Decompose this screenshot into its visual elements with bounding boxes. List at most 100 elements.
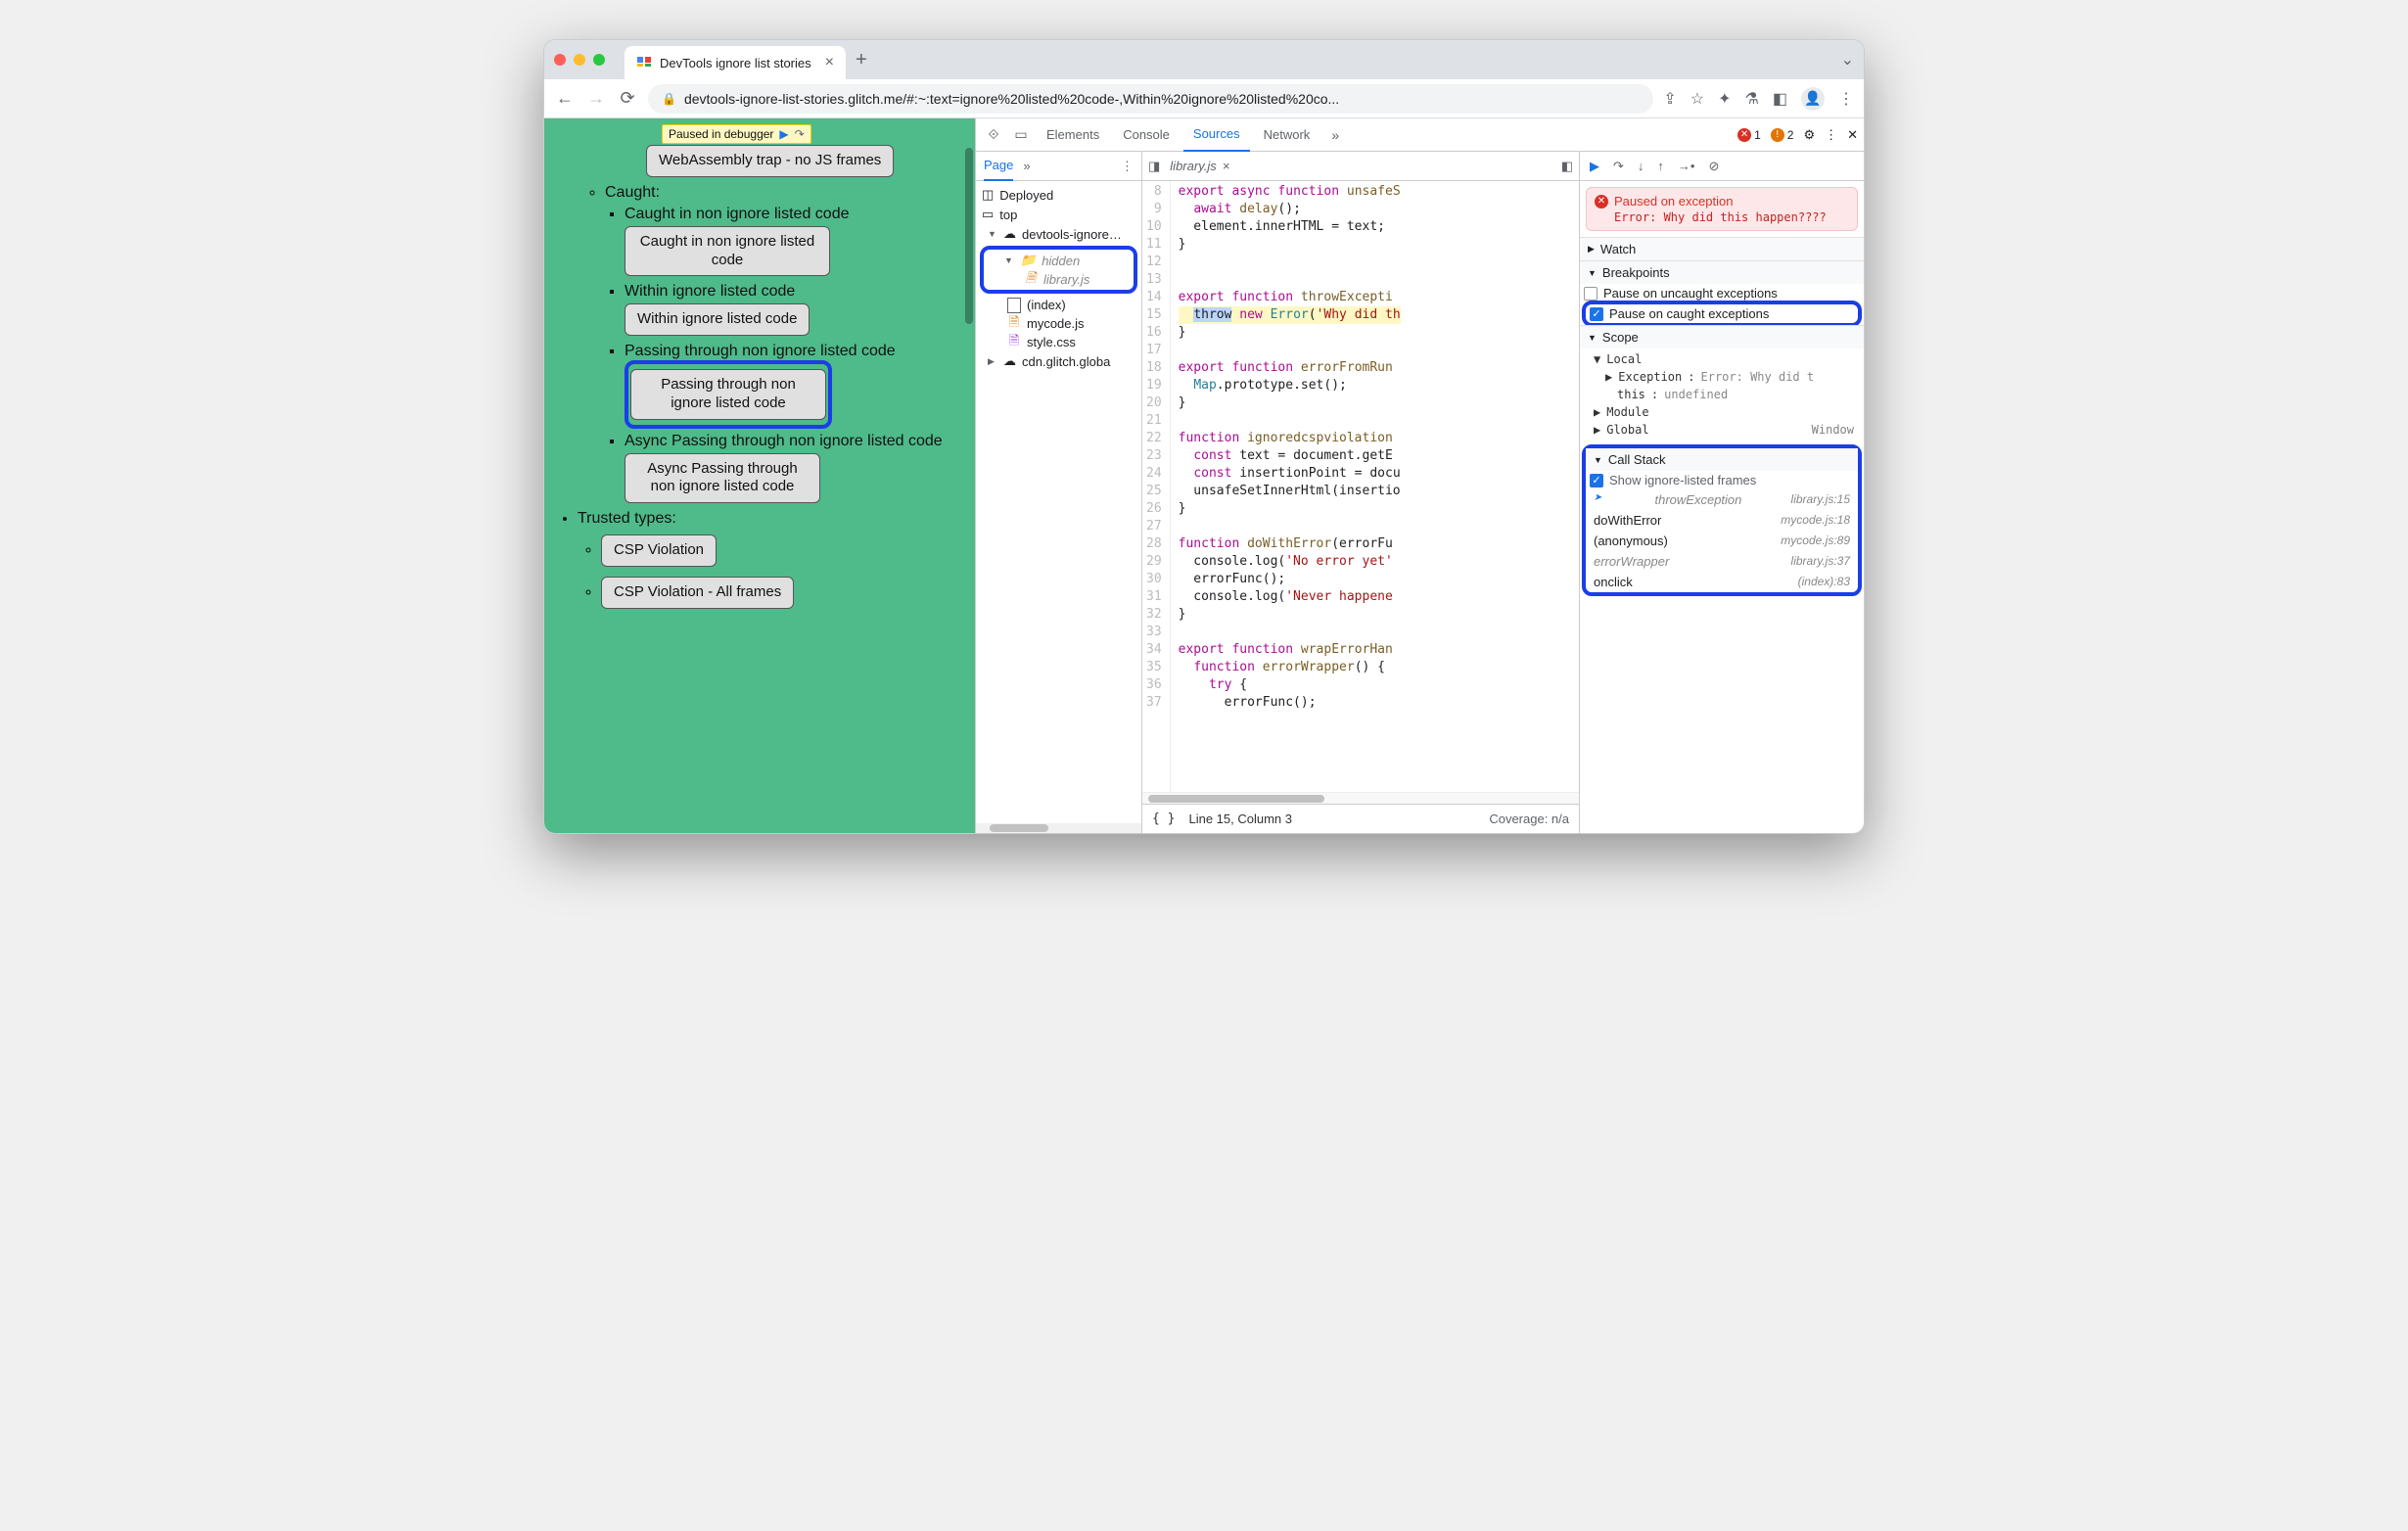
css-file-icon: 🗎	[1007, 336, 1021, 349]
step-out-button[interactable]: ↑	[1657, 159, 1664, 173]
reload-button[interactable]: ⟳	[617, 88, 638, 109]
page-button[interactable]: CSP Violation	[601, 534, 717, 567]
checkbox-icon	[1584, 287, 1598, 301]
share-icon[interactable]: ⇪	[1663, 89, 1676, 109]
devtools-body: Page » ⋮ ◫Deployed ▭top ▼☁devtools-ignor…	[976, 152, 1864, 833]
show-ignored-frames-checkbox[interactable]: ✓Show ignore-listed frames	[1586, 471, 1858, 489]
scope-global[interactable]: ▶GlobalWindow	[1588, 421, 1860, 439]
back-button[interactable]: ←	[554, 88, 576, 109]
tree-mycode-file[interactable]: 🗎mycode.js	[978, 314, 1139, 333]
scope-exception[interactable]: ▶Exception: Error: Why did t	[1588, 368, 1860, 386]
checkbox-checked-icon: ✓	[1590, 307, 1603, 321]
callstack-frame[interactable]: errorWrapperlibrary.js:37	[1586, 551, 1858, 572]
tree-style-file[interactable]: 🗎style.css	[978, 333, 1139, 351]
bookmark-icon[interactable]: ☆	[1690, 89, 1704, 109]
settings-icon[interactable]: ⚙	[1803, 127, 1815, 143]
callstack-header[interactable]: ▼Call Stack	[1586, 448, 1858, 471]
code-area[interactable]: 8910111213141516171819202122232425262728…	[1142, 181, 1579, 792]
tab-sources[interactable]: Sources	[1183, 118, 1250, 152]
js-file-icon: 🗎	[1024, 273, 1038, 287]
navigator-menu-icon[interactable]: ⋮	[1121, 159, 1134, 174]
toggle-navigator-icon[interactable]: ◨	[1148, 159, 1160, 174]
resume-icon[interactable]: ▶	[779, 127, 788, 141]
callstack-frame[interactable]: throwExceptionlibrary.js:15	[1586, 489, 1858, 510]
resume-button[interactable]: ▶	[1590, 159, 1599, 174]
tab-network[interactable]: Network	[1254, 118, 1320, 152]
content-area: Paused in debugger ▶ ↷ WebAssembly trap …	[544, 118, 1864, 833]
scope-header[interactable]: ▼Scope	[1580, 326, 1864, 348]
editor-tabbar: ◨ library.js × ◧	[1142, 152, 1579, 181]
page-subtab[interactable]: Page	[984, 152, 1013, 181]
step-over-button[interactable]: ↷	[1613, 159, 1624, 174]
editor-file-tab[interactable]: library.js ×	[1170, 159, 1229, 173]
tree-cdn-origin[interactable]: ▶☁cdn.glitch.globa	[978, 351, 1139, 371]
toggle-sidebar-icon[interactable]: ◧	[1561, 159, 1573, 174]
minimize-window-button[interactable]	[574, 54, 585, 66]
code-scrollbar[interactable]	[1142, 792, 1579, 804]
tree-hidden-folder[interactable]: ▼📁hidden	[985, 251, 1133, 270]
menu-icon[interactable]: ⋮	[1838, 89, 1854, 109]
maximize-window-button[interactable]	[593, 54, 605, 66]
page-button[interactable]: Async Passing through non ignore listed …	[625, 453, 820, 504]
pretty-print-icon[interactable]: { }	[1152, 812, 1175, 826]
list-label: Trusted types:	[578, 510, 959, 528]
debugger-toolbar: ▶ ↷ ↓ ↑ →• ⊘	[1580, 152, 1864, 181]
tab-console[interactable]: Console	[1113, 118, 1180, 152]
tab-title: DevTools ignore list stories	[660, 56, 811, 70]
page-scrollbar[interactable]	[965, 148, 973, 324]
step-into-button[interactable]: ↓	[1638, 159, 1644, 173]
more-subtabs-icon[interactable]: »	[1023, 159, 1030, 173]
callstack-frame[interactable]: (anonymous)mycode.js:89	[1586, 531, 1858, 551]
close-window-button[interactable]	[554, 54, 566, 66]
page-button[interactable]: CSP Violation - All frames	[601, 577, 794, 609]
error-count[interactable]: ✕1	[1737, 128, 1761, 142]
callstack-frame[interactable]: doWithErrormycode.js:18	[1586, 510, 1858, 531]
panel-icon[interactable]: ◧	[1773, 89, 1787, 109]
step-over-icon[interactable]: ↷	[795, 127, 805, 141]
address-bar[interactable]: 🔒 devtools-ignore-list-stories.glitch.me…	[648, 84, 1653, 114]
scope-local[interactable]: ▼Local	[1588, 350, 1860, 368]
html-file-icon	[1007, 299, 1021, 312]
profile-avatar[interactable]: 👤	[1801, 87, 1825, 111]
close-file-icon[interactable]: ×	[1223, 159, 1230, 173]
file-tree: ◫Deployed ▭top ▼☁devtools-ignore… ▼📁hidd…	[976, 181, 1141, 375]
device-toggle-icon[interactable]: ▭	[1009, 126, 1033, 143]
kebab-menu-icon[interactable]: ⋮	[1825, 127, 1837, 143]
tree-origin[interactable]: ▼☁devtools-ignore…	[978, 224, 1139, 244]
debugger-sidebar: ▶ ↷ ↓ ↑ →• ⊘ ✕Paused on exception Error:…	[1580, 152, 1864, 833]
tab-elements[interactable]: Elements	[1037, 118, 1109, 152]
step-button[interactable]: →•	[1678, 159, 1695, 173]
scope-module[interactable]: ▶Module	[1588, 403, 1860, 421]
list-label: Caught:	[605, 184, 959, 202]
tree-top[interactable]: ▭top	[978, 205, 1139, 224]
lock-icon: 🔒	[662, 92, 676, 106]
page-button[interactable]: Within ignore listed code	[625, 303, 810, 336]
browser-tab[interactable]: DevTools ignore list stories ×	[625, 46, 846, 79]
more-tabs-icon[interactable]: »	[1323, 127, 1347, 143]
close-devtools-icon[interactable]: ✕	[1847, 127, 1858, 143]
pause-caught-checkbox[interactable]: ✓Pause on caught exceptions	[1586, 304, 1858, 323]
navigator-scrollbar[interactable]	[976, 823, 1141, 833]
page-button[interactable]: WebAssembly trap - no JS frames	[646, 145, 894, 177]
navigator-subtabs: Page » ⋮	[976, 152, 1141, 181]
tree-index-file[interactable]: (index)	[978, 296, 1139, 314]
line-gutter: 8910111213141516171819202122232425262728…	[1142, 181, 1171, 792]
inspect-icon[interactable]: ⟐	[982, 126, 1005, 143]
tree-deployed[interactable]: ◫Deployed	[978, 185, 1139, 205]
page-button[interactable]: Caught in non ignore listed code	[625, 226, 830, 277]
warning-count[interactable]: !2	[1771, 128, 1794, 142]
list-item: Caught in non ignore listed code	[625, 206, 850, 222]
labs-icon[interactable]: ⚗	[1745, 89, 1759, 109]
breakpoints-header[interactable]: ▼Breakpoints	[1580, 261, 1864, 284]
page-button-highlighted[interactable]: Passing through non ignore listed code	[630, 369, 826, 420]
close-tab-icon[interactable]: ×	[825, 54, 834, 71]
callstack-frame[interactable]: onclick(index):83	[1586, 572, 1858, 592]
extensions-icon[interactable]: ✦	[1718, 89, 1731, 109]
tabs-dropdown-icon[interactable]: ⌄	[1841, 50, 1854, 70]
tree-library-file[interactable]: 🗎library.js	[985, 270, 1133, 289]
browser-window: DevTools ignore list stories × + ⌄ ← → ⟳…	[543, 39, 1865, 834]
watch-section[interactable]: ▶Watch	[1580, 237, 1864, 260]
new-tab-button[interactable]: +	[856, 49, 867, 71]
list-item: Passing through non ignore listed code	[625, 343, 896, 359]
deactivate-breakpoints-button[interactable]: ⊘	[1708, 159, 1719, 174]
